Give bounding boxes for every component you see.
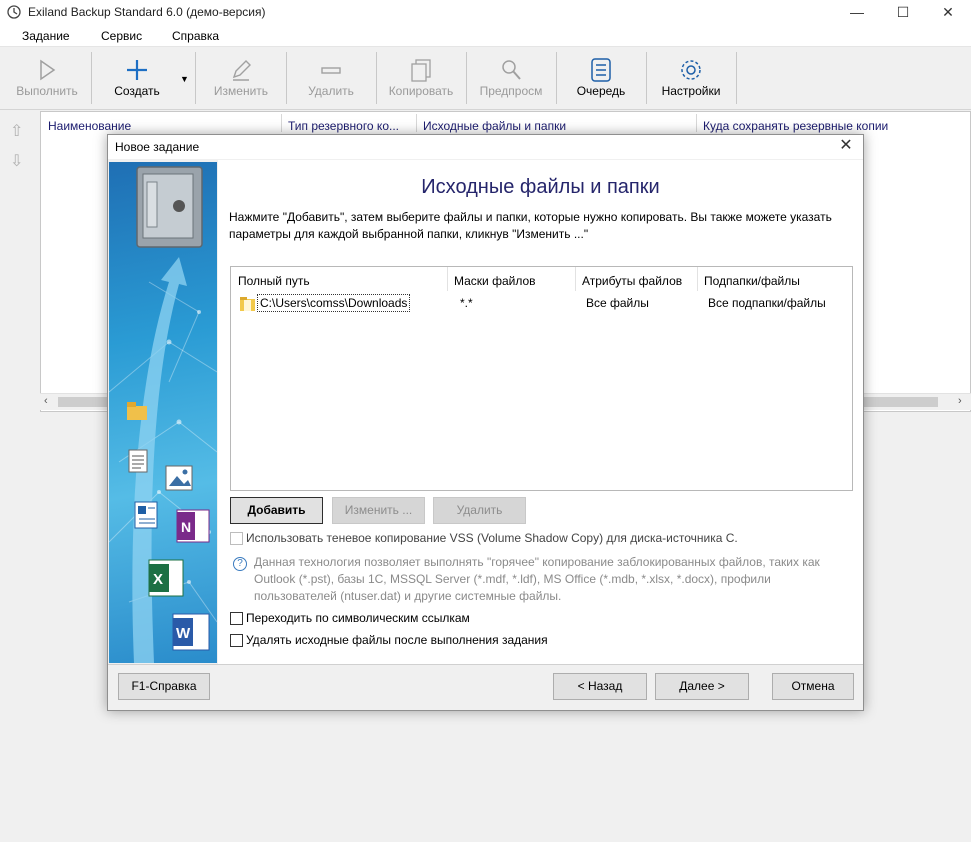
page-description: Нажмите "Добавить", затем выберите файлы… (229, 210, 832, 241)
cell-path: C:\Users\comss\Downloads (257, 294, 411, 312)
toolbar: Выполнить Создать ▼ Изменить Удалить Коп… (0, 48, 971, 110)
gear-icon (681, 60, 701, 80)
help-button[interactable]: F1-Справка (118, 673, 210, 700)
scroll-left-icon[interactable]: ‹ (44, 395, 48, 407)
delete-source-button[interactable]: Удалить (433, 497, 526, 524)
follow-symlinks-checkbox[interactable] (230, 612, 243, 625)
scroll-right-icon[interactable]: › (958, 395, 962, 407)
create-button[interactable]: Создать (96, 48, 178, 106)
word-icon: W (172, 613, 210, 651)
queue-button[interactable]: Очередь (560, 48, 642, 106)
dialog-close-icon[interactable]: ✕ (835, 136, 857, 158)
onenote-icon: N (176, 509, 210, 543)
minimize-button[interactable]: — (834, 0, 880, 25)
edit-source-button[interactable]: Изменить ... (332, 497, 425, 524)
svg-text:N: N (181, 519, 191, 535)
back-button[interactable]: < Назад (553, 673, 647, 700)
next-button[interactable]: Далее > (655, 673, 749, 700)
grid-col-type[interactable]: Тип резервного ко... (288, 119, 399, 133)
close-window-button[interactable]: ✕ (925, 0, 971, 25)
page-heading: Исходные файлы и папки (421, 176, 660, 198)
contacts-icon (134, 501, 158, 529)
copy-icon (411, 59, 431, 82)
col-subfolders[interactable]: Подпапки/файлы (704, 274, 800, 288)
plus-icon (127, 60, 147, 80)
add-button[interactable]: Добавить (230, 497, 323, 524)
minus-icon (321, 67, 341, 74)
play-icon (40, 59, 56, 81)
table-row[interactable]: C:\Users\comss\Downloads *.* Все файлы В… (231, 291, 841, 316)
help-icon: ? (233, 557, 247, 571)
delete-sources-label: Удалять исходные файлы после выполнения … (246, 633, 548, 647)
cancel-button[interactable]: Отмена (772, 673, 854, 700)
dialog-title: Новое задание (115, 140, 200, 154)
delete-sources-checkbox[interactable] (230, 634, 243, 647)
cell-attributes: Все файлы (586, 296, 649, 310)
vss-checkbox[interactable] (230, 532, 243, 545)
menu-help[interactable]: Справка (172, 29, 219, 43)
grid-col-name[interactable]: Наименование (48, 119, 131, 133)
edit-button[interactable]: Изменить (200, 48, 282, 106)
menu-bar: Задание Сервис Справка (0, 25, 971, 47)
left-pane: ⇧ ⇩ (0, 111, 40, 411)
document-icon (128, 449, 148, 473)
run-button[interactable]: Выполнить (6, 48, 88, 106)
svg-text:X: X (153, 571, 163, 588)
image-icon (165, 465, 193, 491)
move-up-icon[interactable]: ⇧ (10, 121, 23, 141)
follow-symlinks-label: Переходить по символическим ссылкам (246, 611, 470, 625)
folder-icon (240, 297, 255, 311)
dialog-titlebar: Новое задание ✕ (108, 135, 863, 159)
preview-button[interactable]: Предпросм (470, 48, 552, 106)
source-files-list[interactable]: Полный путь Маски файлов Атрибуты файлов… (230, 266, 853, 491)
grid-col-destination[interactable]: Куда сохранять резервные копии (703, 119, 888, 133)
vss-help-text: Данная технология позволяет выполнять "г… (254, 555, 820, 603)
wizard-page: Исходные файлы и папки Нажмите "Добавить… (218, 160, 863, 664)
list-icon (591, 58, 611, 82)
dialog-footer: F1-Справка < Назад Далее > Отмена (108, 664, 863, 710)
move-down-icon[interactable]: ⇩ (10, 151, 23, 171)
excel-icon: X (148, 559, 184, 597)
delete-button[interactable]: Удалить (290, 48, 372, 106)
svg-text:W: W (176, 625, 191, 642)
col-file-attributes[interactable]: Атрибуты файлов (582, 274, 682, 288)
cell-subfolders: Все подпапки/файлы (708, 296, 826, 310)
menu-task[interactable]: Задание (22, 29, 70, 43)
grid-col-sources[interactable]: Исходные файлы и папки (423, 119, 566, 133)
cell-masks: *.* (460, 296, 473, 310)
wizard-sidebar-image: N X W (109, 162, 217, 663)
window-title: Exiland Backup Standard 6.0 (демо-версия… (28, 5, 266, 19)
new-task-dialog: Новое задание ✕ N X W Исходные файлы и п… (107, 134, 864, 711)
create-dropdown-icon[interactable]: ▼ (180, 74, 189, 84)
settings-button[interactable]: Настройки (650, 48, 732, 106)
maximize-button[interactable]: ☐ (880, 0, 926, 25)
col-full-path[interactable]: Полный путь (238, 274, 310, 288)
copy-button[interactable]: Копировать (380, 48, 462, 106)
col-file-masks[interactable]: Маски файлов (454, 274, 536, 288)
sidebar-illustration: N X W (109, 166, 217, 663)
pencil-icon (232, 60, 251, 81)
magnifier-icon (502, 60, 521, 80)
app-icon (7, 5, 21, 19)
window-titlebar: Exiland Backup Standard 6.0 (демо-версия… (0, 0, 971, 25)
vss-label: Использовать теневое копирование VSS (Vo… (246, 531, 738, 545)
menu-service[interactable]: Сервис (101, 29, 142, 43)
